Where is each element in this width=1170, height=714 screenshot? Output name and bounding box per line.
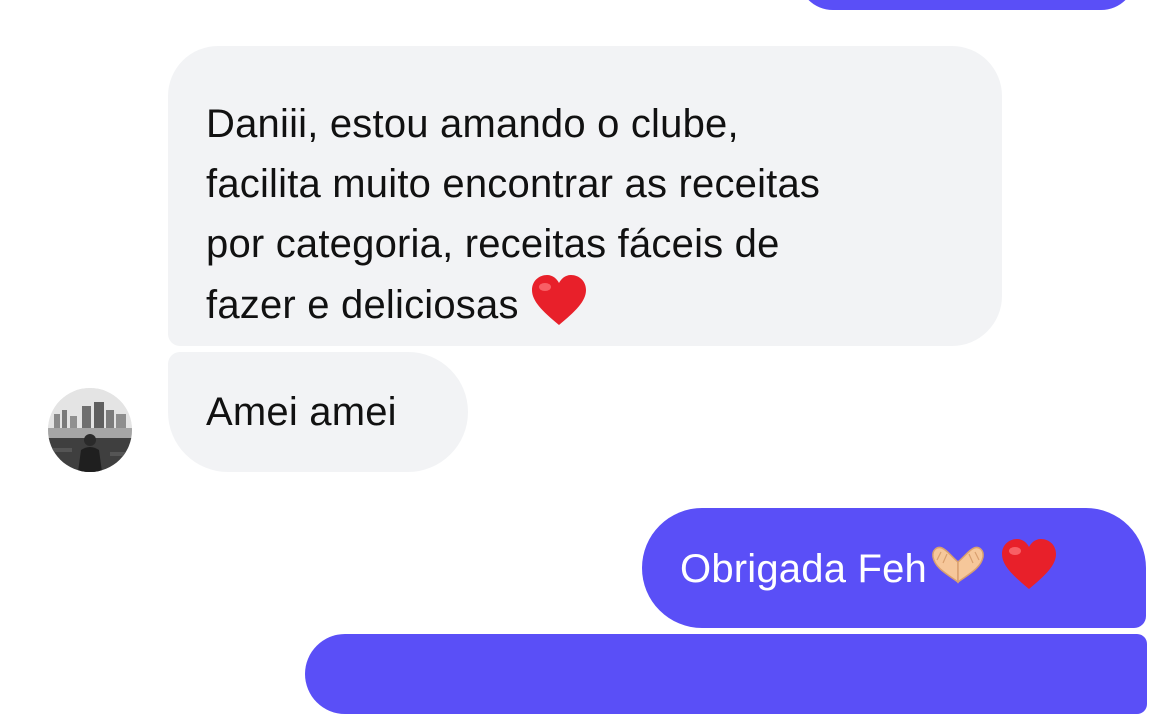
red-heart-icon — [530, 274, 588, 328]
heart-hands-icon — [927, 542, 989, 588]
outgoing-message-bubble-partial[interactable] — [305, 634, 1147, 714]
red-heart-icon — [1000, 538, 1058, 592]
incoming-message-bubble[interactable]: Amei amei — [168, 352, 468, 472]
message-text: Daniii, estou amando o clube, facilita m… — [206, 102, 821, 327]
message-text: Obrigada Feh — [680, 547, 927, 591]
outgoing-message-bubble[interactable]: Obrigada Feh — [642, 508, 1146, 628]
outgoing-message-bubble-partial[interactable] — [798, 0, 1136, 10]
incoming-message-bubble[interactable]: Daniii, estou amando o clube, facilita m… — [168, 46, 1002, 346]
message-text: Amei amei — [206, 390, 397, 434]
avatar[interactable] — [48, 388, 132, 472]
